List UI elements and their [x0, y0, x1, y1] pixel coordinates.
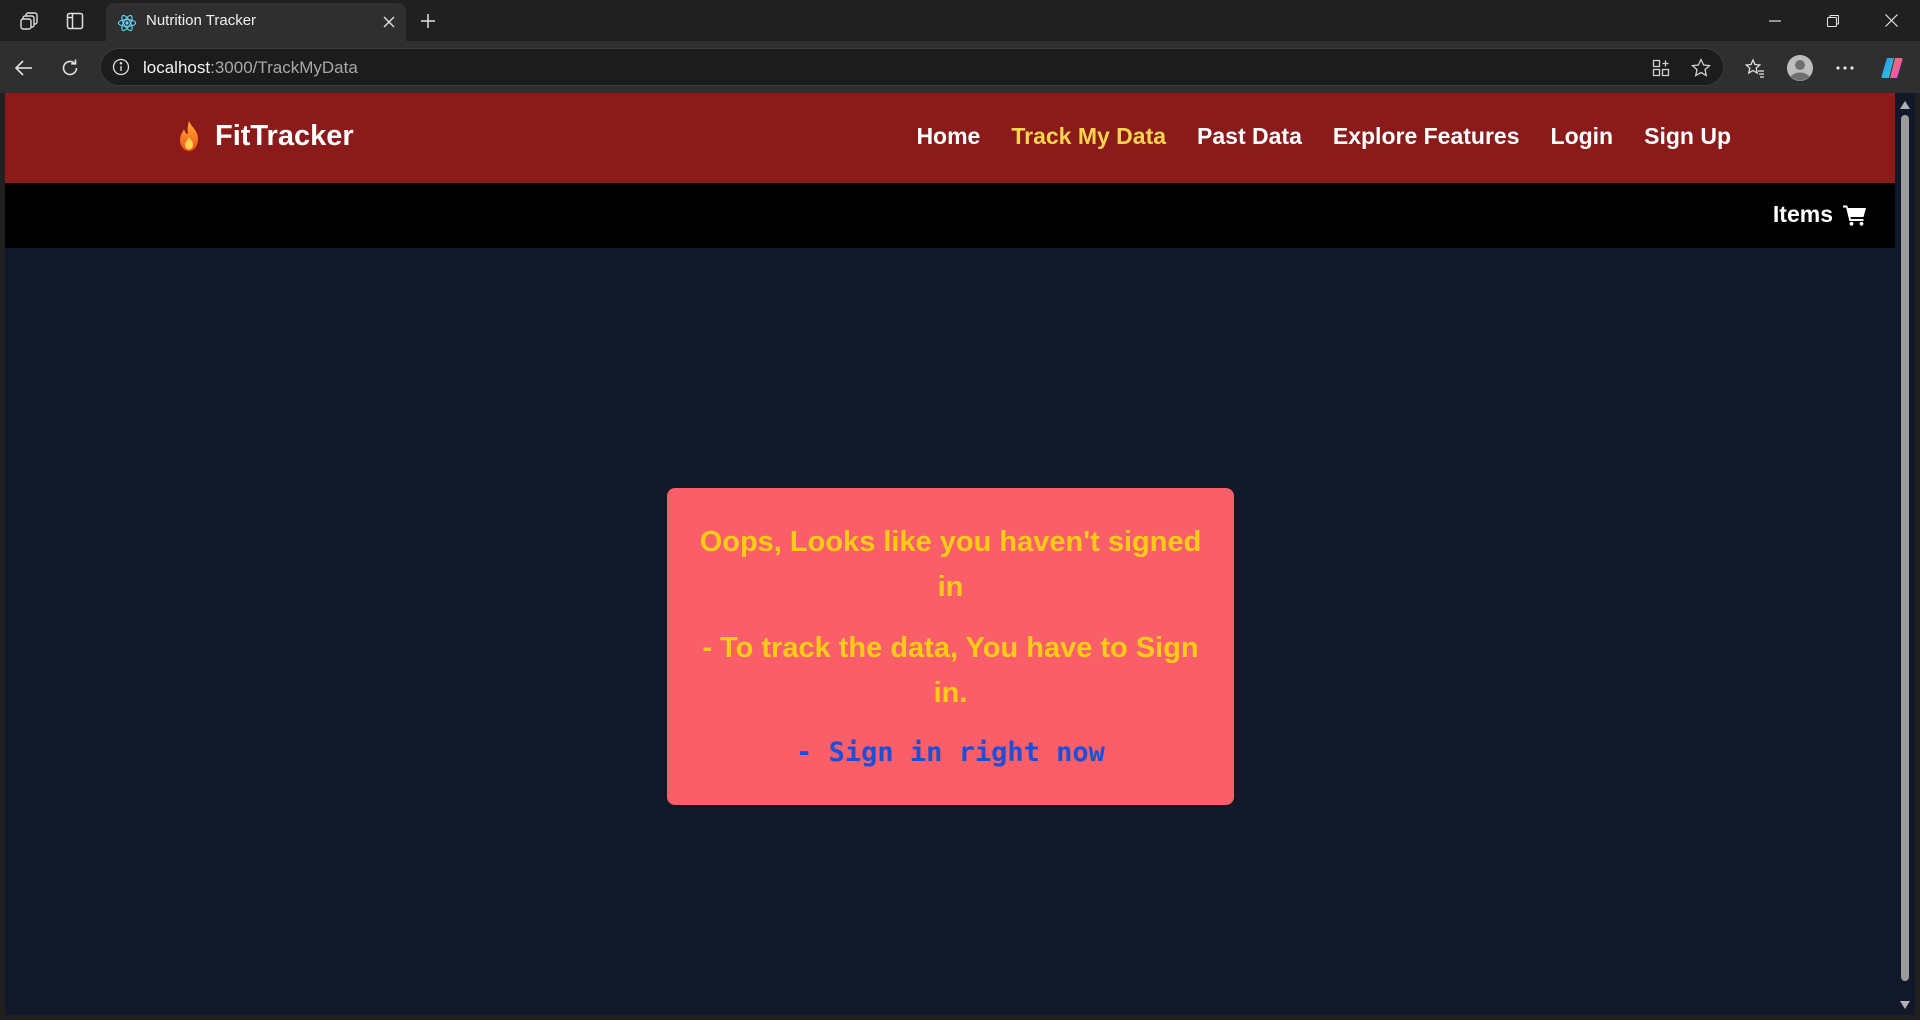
new-tab-icon[interactable] — [414, 7, 442, 35]
site-info-icon[interactable] — [111, 57, 131, 77]
more-options-icon[interactable] — [1829, 52, 1861, 84]
back-icon[interactable] — [8, 52, 40, 84]
copilot-icon[interactable] — [1876, 52, 1908, 84]
sign-in-link[interactable]: - Sign in right now — [687, 732, 1214, 774]
brand-logo[interactable]: FitTracker — [175, 119, 354, 153]
scrollbar-thumb[interactable] — [1901, 115, 1909, 981]
site-navbar: FitTracker Home Track My Data Past Data … — [5, 93, 1895, 183]
cart-icon — [1843, 203, 1867, 227]
nav-links: Home Track My Data Past Data Explore Fea… — [916, 123, 1731, 150]
address-bar[interactable]: localhost:3000/TrackMyData — [100, 48, 1724, 86]
scroll-down-arrow-icon[interactable] — [1899, 999, 1911, 1011]
browser-tab[interactable]: Nutrition Tracker — [106, 3, 406, 41]
items-bar: Items — [5, 183, 1895, 248]
nav-link-sign-up[interactable]: Sign Up — [1644, 123, 1731, 150]
items-label: Items — [1772, 201, 1833, 227]
refresh-icon[interactable] — [54, 52, 86, 84]
alert-heading: Oops, Looks like you haven't signed in — [699, 526, 1202, 603]
url-host: localhost — [143, 58, 211, 77]
nav-link-track-my-data[interactable]: Track My Data — [1011, 123, 1166, 150]
sign-in-required-card: Oops, Looks like you haven't signed in -… — [667, 488, 1234, 805]
nav-link-home[interactable]: Home — [916, 123, 980, 150]
restore-icon[interactable] — [1804, 0, 1862, 41]
nav-link-login[interactable]: Login — [1551, 123, 1614, 150]
favorite-star-icon[interactable] — [1689, 56, 1713, 80]
brand-name: FitTracker — [215, 119, 354, 152]
favorites-icon[interactable] — [1739, 52, 1771, 84]
scroll-up-arrow-icon[interactable] — [1899, 99, 1911, 111]
profile-avatar-icon[interactable] — [1784, 52, 1816, 84]
flame-icon — [175, 119, 203, 153]
nav-link-explore-features[interactable]: Explore Features — [1333, 123, 1520, 150]
browser-toolbar: localhost:3000/TrackMyData — [0, 41, 1920, 93]
items-cart-button[interactable]: Items — [1773, 201, 1867, 228]
alert-message: - To track the data, You have to Sign in… — [702, 632, 1199, 709]
page-scrollbar[interactable] — [1895, 93, 1915, 1015]
url-text[interactable]: localhost:3000/TrackMyData — [143, 58, 358, 78]
react-icon — [114, 10, 140, 36]
close-tab-icon[interactable] — [376, 9, 402, 35]
tab-title: Nutrition Tracker — [146, 12, 257, 29]
nav-link-past-data[interactable]: Past Data — [1197, 123, 1302, 150]
app-install-icon[interactable] — [1649, 56, 1673, 80]
vertical-tabs-icon[interactable] — [62, 8, 88, 34]
close-window-icon[interactable] — [1862, 0, 1920, 41]
minimize-icon[interactable] — [1746, 0, 1804, 41]
page-viewport: FitTracker Home Track My Data Past Data … — [5, 93, 1895, 1015]
workspaces-icon[interactable] — [17, 8, 43, 34]
url-path: :3000/TrackMyData — [210, 58, 358, 77]
browser-titlebar: Nutrition Tracker — [0, 0, 1920, 41]
